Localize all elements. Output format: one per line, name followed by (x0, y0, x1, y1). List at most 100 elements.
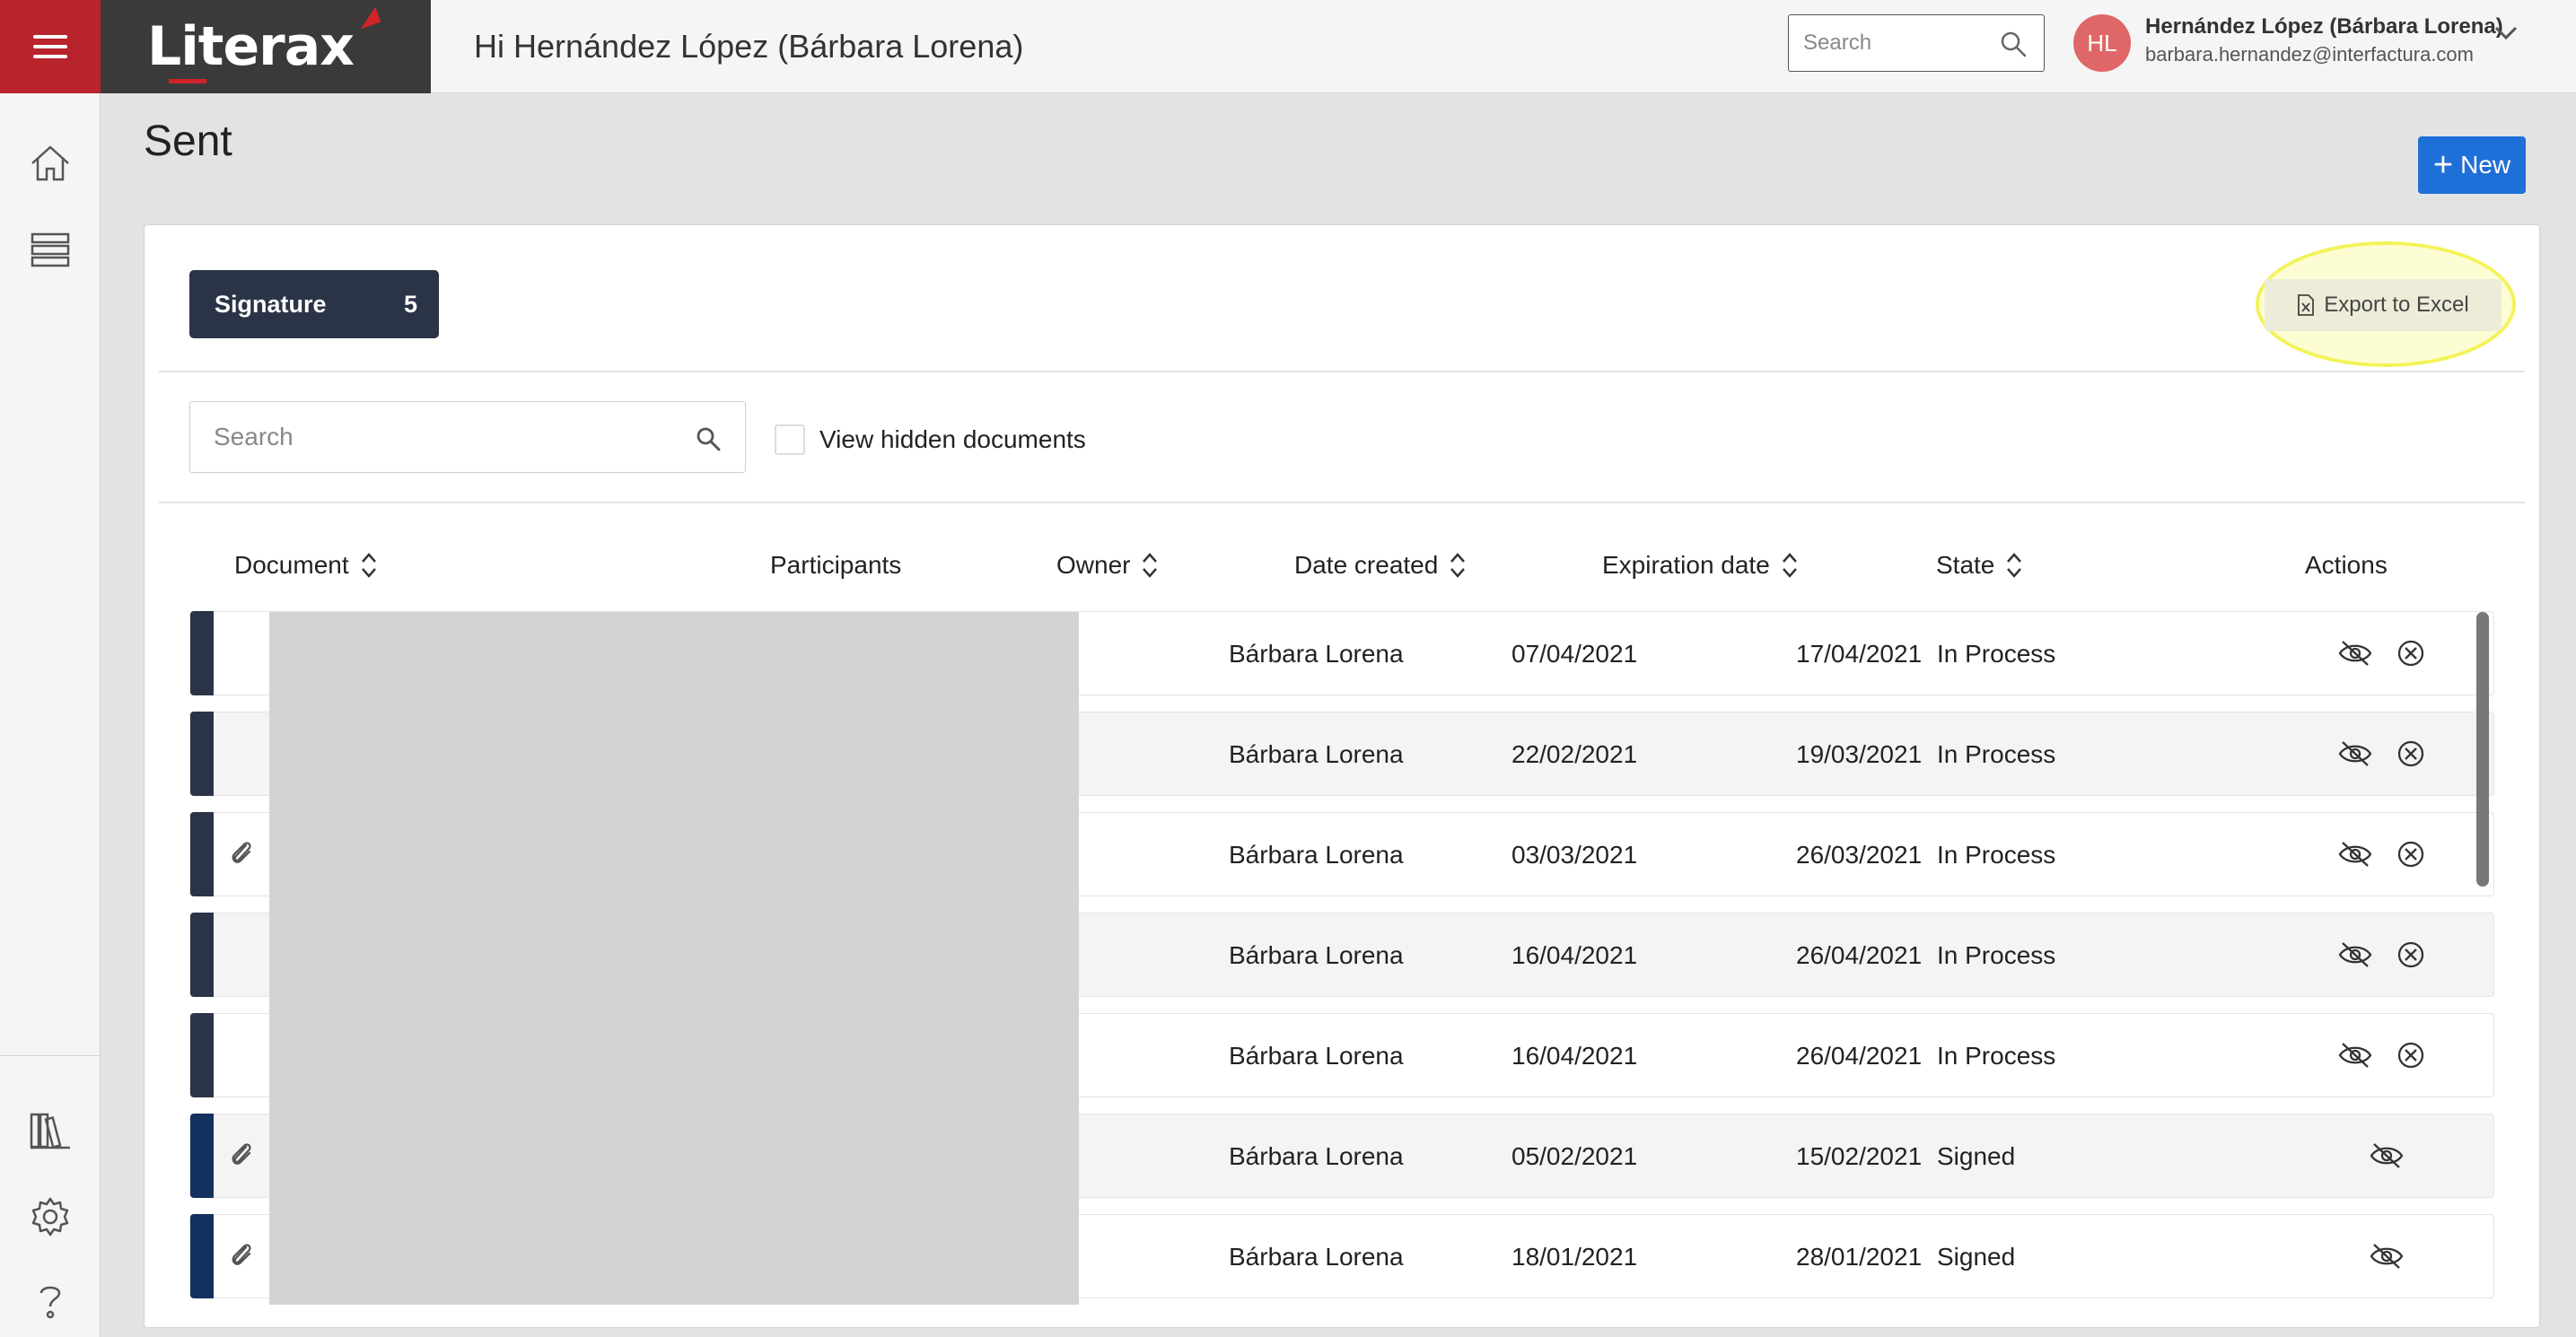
plus-icon: + (2432, 146, 2454, 184)
date-created-cell: 07/04/2021 (1511, 640, 1638, 668)
library-icon (30, 1113, 70, 1149)
row-color-tag (190, 611, 214, 695)
date-created-cell: 22/02/2021 (1511, 740, 1638, 768)
view-hidden-checkbox[interactable] (775, 424, 805, 455)
hide-eye-icon[interactable] (2337, 939, 2373, 971)
tab-signature[interactable]: Signature 5 (189, 270, 439, 338)
column-header-expiration-date[interactable]: Expiration date (1602, 550, 1799, 581)
owner-cell: Bárbara Lorena (1229, 1142, 1404, 1170)
cancel-circle-icon[interactable] (2395, 738, 2427, 770)
avatar[interactable]: HL (2073, 14, 2131, 72)
header-search-input[interactable] (1789, 15, 1986, 71)
page-title: Sent (144, 118, 232, 165)
user-name: Hernández López (Bárbara Lorena) (2145, 14, 2503, 39)
sidebar-item-home[interactable] (25, 138, 75, 188)
cancel-circle-icon[interactable] (2395, 637, 2427, 669)
hide-eye-icon[interactable] (2337, 838, 2373, 870)
row-color-tag (190, 1013, 214, 1097)
hide-eye-icon[interactable] (2337, 637, 2373, 669)
expiration-date-cell: 17/04/2021 (1796, 640, 1923, 668)
search-icon[interactable] (1999, 30, 2028, 58)
view-hidden-label: View hidden documents (819, 425, 1086, 453)
export-to-excel-button[interactable]: Export to Excel (2265, 279, 2502, 331)
expiration-date-cell: 15/02/2021 (1796, 1142, 1923, 1170)
logo-accent (169, 79, 206, 83)
column-header-state[interactable]: State (1936, 550, 2023, 581)
logo[interactable]: Literax (101, 0, 431, 93)
tab-signature-count: 5 (403, 290, 417, 318)
expiration-date-cell: 19/03/2021 (1796, 740, 1923, 768)
gear-icon (31, 1197, 69, 1237)
row-color-tag (190, 913, 214, 997)
greeting-text: Hi Hernández López (Bárbara Lorena) (474, 28, 1024, 65)
layers-icon (31, 232, 70, 267)
logo-text: Literax (147, 15, 355, 78)
divider (159, 502, 2525, 503)
cancel-circle-icon[interactable] (2395, 1039, 2427, 1071)
expiration-date-cell: 26/04/2021 (1796, 1042, 1923, 1070)
sort-icon[interactable] (1141, 550, 1159, 581)
state-cell: In Process (1937, 941, 2056, 969)
sort-icon[interactable] (1781, 550, 1799, 581)
owner-cell: Bárbara Lorena (1229, 841, 1404, 869)
state-cell: Signed (1937, 1142, 2016, 1170)
state-cell: In Process (1937, 640, 2056, 668)
sidebar-item-help[interactable] (25, 1276, 75, 1326)
state-cell: In Process (1937, 841, 2056, 869)
owner-cell: Bárbara Lorena (1229, 1042, 1404, 1070)
tab-signature-label: Signature (215, 290, 327, 318)
paperclip-icon[interactable] (228, 1140, 255, 1170)
paperclip-icon[interactable] (228, 838, 255, 869)
sort-icon[interactable] (1449, 550, 1467, 581)
column-header-actions: Actions (2305, 551, 2388, 579)
owner-cell: Bárbara Lorena (1229, 640, 1404, 668)
home-icon (31, 145, 69, 181)
expiration-date-cell: 26/03/2021 (1796, 841, 1923, 869)
cancel-circle-icon[interactable] (2395, 838, 2427, 870)
date-created-cell: 18/01/2021 (1511, 1243, 1638, 1271)
sidebar (0, 93, 101, 1337)
sidebar-item-documents[interactable] (25, 224, 75, 275)
column-header-owner[interactable]: Owner (1056, 550, 1159, 581)
column-header-document[interactable]: Document (234, 550, 378, 581)
export-to-excel-label: Export to Excel (2324, 293, 2469, 317)
divider (159, 371, 2525, 372)
help-icon (39, 1286, 61, 1319)
hamburger-menu-button[interactable] (0, 0, 101, 93)
logo-flag-icon (355, 6, 381, 30)
date-created-cell: 16/04/2021 (1511, 941, 1638, 969)
search-icon[interactable] (695, 425, 722, 452)
paperclip-icon[interactable] (228, 1240, 255, 1271)
sort-icon[interactable] (360, 550, 378, 581)
sidebar-item-settings[interactable] (25, 1192, 75, 1242)
hide-eye-icon[interactable] (2369, 1140, 2405, 1172)
hide-eye-icon[interactable] (2337, 1039, 2373, 1071)
date-created-cell: 03/03/2021 (1511, 841, 1638, 869)
row-color-tag (190, 1114, 214, 1198)
state-cell: In Process (1937, 740, 2056, 768)
column-header-date-created[interactable]: Date created (1294, 550, 1467, 581)
expiration-date-cell: 28/01/2021 (1796, 1243, 1923, 1271)
user-email: barbara.hernandez@interfactura.com (2145, 43, 2474, 66)
hide-eye-icon[interactable] (2369, 1240, 2405, 1272)
cancel-circle-icon[interactable] (2395, 939, 2427, 971)
sidebar-divider (0, 1055, 101, 1056)
redacted-region (269, 612, 1079, 1305)
date-created-cell: 05/02/2021 (1511, 1142, 1638, 1170)
new-button[interactable]: + New (2418, 136, 2526, 194)
expiration-date-cell: 26/04/2021 (1796, 941, 1923, 969)
new-button-label: New (2460, 151, 2511, 179)
header-search (1788, 14, 2045, 72)
sort-icon[interactable] (2005, 550, 2023, 581)
row-color-tag (190, 1214, 214, 1298)
chevron-down-icon[interactable] (2493, 23, 2519, 41)
document-search-input[interactable] (190, 402, 675, 472)
table-scrollbar[interactable] (2476, 612, 2489, 887)
column-header-participants: Participants (770, 551, 902, 579)
state-cell: Signed (1937, 1243, 2016, 1271)
row-color-tag (190, 712, 214, 796)
hide-eye-icon[interactable] (2337, 738, 2373, 770)
hamburger-icon (33, 35, 67, 58)
sidebar-item-library[interactable] (25, 1105, 75, 1156)
owner-cell: Bárbara Lorena (1229, 740, 1404, 768)
